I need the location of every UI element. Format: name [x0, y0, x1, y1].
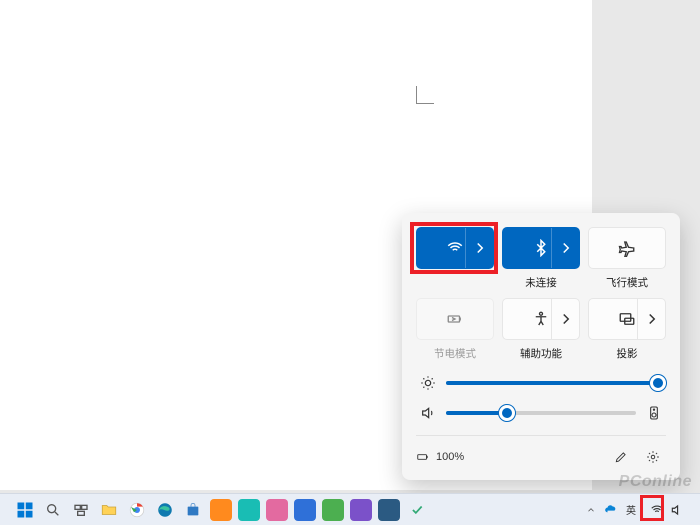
ime-indicator[interactable]: 英: [626, 502, 636, 517]
chrome-app[interactable]: [126, 499, 148, 521]
project-toggle[interactable]: [588, 298, 666, 340]
accessibility-expand[interactable]: [551, 299, 579, 339]
tile-project: 投影: [588, 298, 666, 361]
battery-saver-toggle[interactable]: [416, 298, 494, 340]
store-app[interactable]: [182, 499, 204, 521]
gear-icon: [646, 450, 660, 464]
tile-airplane: 飞行模式: [588, 227, 666, 290]
audio-output-icon[interactable]: [646, 405, 662, 421]
desktop-background: 未连接 飞行模式 节电模式: [0, 0, 700, 525]
volume-fill: [446, 411, 507, 415]
volume-icon: [420, 405, 436, 421]
project-expand[interactable]: [637, 299, 665, 339]
brightness-row: [416, 375, 666, 391]
accessibility-toggle[interactable]: [502, 298, 580, 340]
chevron-right-icon: [471, 239, 489, 257]
quick-settings-panel: 未连接 飞行模式 节电模式: [402, 213, 680, 480]
app-pink[interactable]: [266, 499, 288, 521]
volume-thumb[interactable]: [499, 405, 515, 421]
volume-row: [416, 405, 666, 421]
airplane-icon: [618, 239, 636, 257]
battery-saver-icon: [446, 310, 464, 328]
app-dark[interactable]: [378, 499, 400, 521]
app-teal[interactable]: [238, 499, 260, 521]
project-icon: [618, 310, 636, 328]
pencil-icon: [614, 450, 628, 464]
app-extra[interactable]: [406, 499, 428, 521]
battery-percent: 100%: [436, 451, 464, 463]
chevron-right-icon: [557, 310, 575, 328]
app-orange[interactable]: [210, 499, 232, 521]
brightness-slider[interactable]: [446, 381, 662, 385]
brightness-thumb[interactable]: [650, 375, 666, 391]
bluetooth-toggle[interactable]: [502, 227, 580, 269]
airplane-toggle[interactable]: [588, 227, 666, 269]
wifi-tray-icon: [650, 503, 664, 517]
volume-slider[interactable]: [446, 411, 636, 415]
edit-quick-settings[interactable]: [608, 444, 634, 470]
onedrive-icon[interactable]: [604, 503, 618, 517]
volume-tray-icon: [670, 503, 684, 517]
battery-icon: [416, 450, 430, 464]
quick-tiles-grid: 未连接 飞行模式 节电模式: [416, 227, 666, 361]
tray-overflow[interactable]: [586, 505, 596, 515]
explorer-app[interactable]: [98, 499, 120, 521]
panel-footer: 100%: [416, 435, 666, 470]
app-blue[interactable]: [294, 499, 316, 521]
taskview-button[interactable]: [70, 499, 92, 521]
airplane-label: 飞行模式: [606, 275, 648, 290]
network-sound-battery[interactable]: [644, 501, 690, 519]
start-button[interactable]: [14, 499, 36, 521]
brightness-fill: [446, 381, 658, 385]
accessibility-label: 辅助功能: [520, 346, 562, 361]
accessibility-icon: [532, 310, 550, 328]
open-settings[interactable]: [640, 444, 666, 470]
taskbar[interactable]: 英: [0, 493, 700, 525]
cursor-mark: [416, 86, 434, 104]
brightness-icon: [420, 375, 436, 391]
tile-bluetooth: 未连接: [502, 227, 580, 290]
tile-battery-saver: 节电模式: [416, 298, 494, 361]
search-button[interactable]: [42, 499, 64, 521]
project-label: 投影: [617, 346, 638, 361]
tile-wifi: [416, 227, 494, 290]
edge-app[interactable]: [154, 499, 176, 521]
wifi-expand[interactable]: [465, 228, 493, 268]
system-tray: 英: [586, 501, 700, 519]
wifi-icon: [446, 239, 464, 257]
bluetooth-label: 未连接: [525, 275, 557, 290]
taskbar-pinned-apps: [14, 499, 428, 521]
bluetooth-expand[interactable]: [551, 228, 579, 268]
tile-accessibility: 辅助功能: [502, 298, 580, 361]
chevron-right-icon: [557, 239, 575, 257]
bluetooth-icon: [532, 239, 550, 257]
app-purple[interactable]: [350, 499, 372, 521]
chevron-right-icon: [643, 310, 661, 328]
battery-saver-label: 节电模式: [434, 346, 476, 361]
wifi-toggle[interactable]: [416, 227, 494, 269]
app-green[interactable]: [322, 499, 344, 521]
